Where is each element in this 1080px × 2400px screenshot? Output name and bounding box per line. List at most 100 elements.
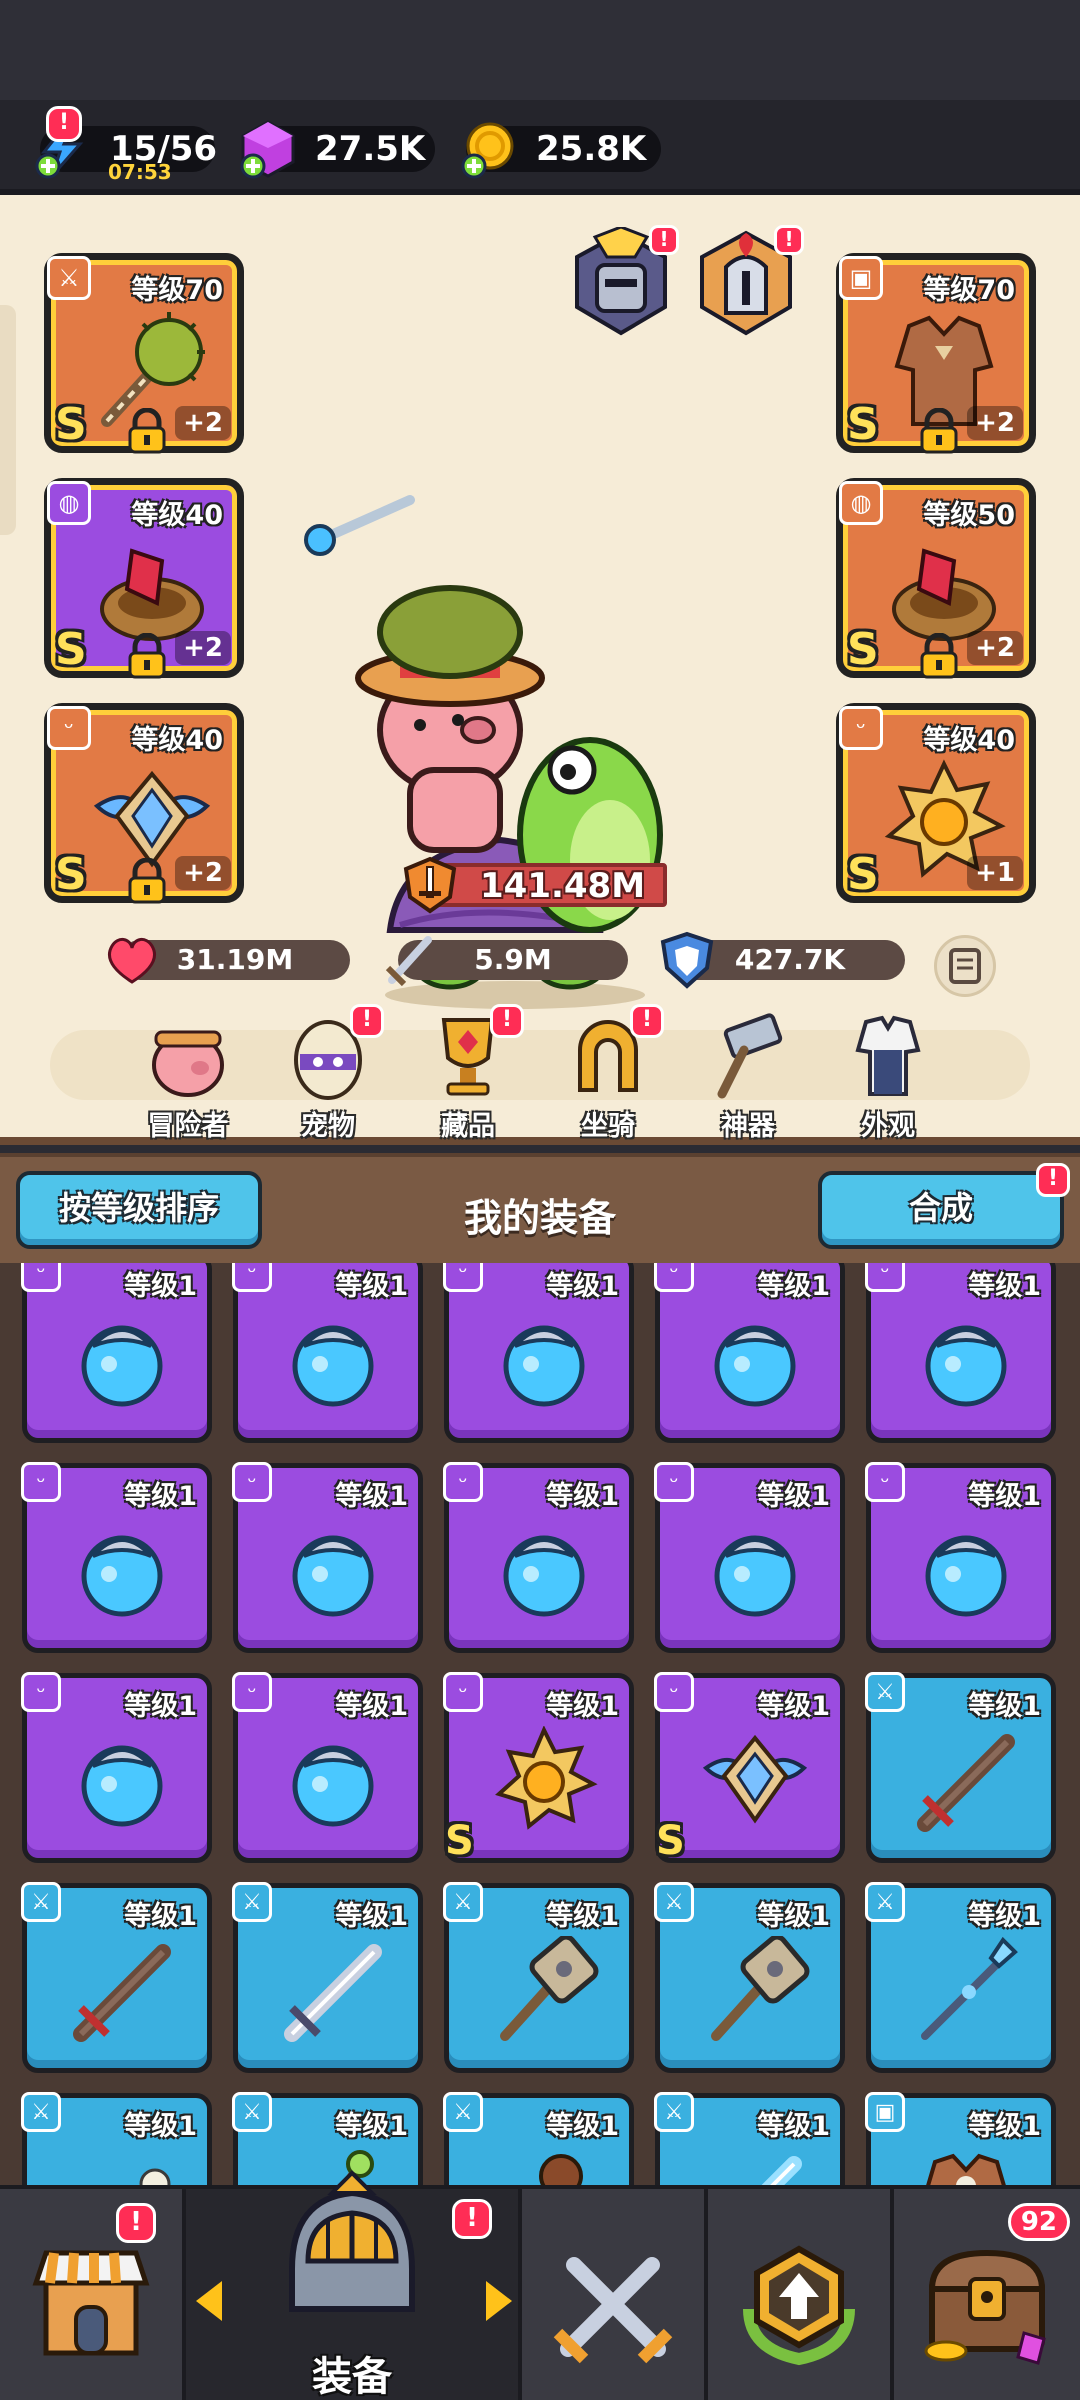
inventory-item[interactable]: ⚔ 等级1 (443, 1882, 634, 2073)
notes-icon (949, 948, 981, 984)
nav-tab-chest[interactable]: 92 (894, 2185, 1080, 2400)
equip-slot-armor[interactable]: ▣ 等级70 S +2 (836, 253, 1036, 454)
necklace-type-icon: ᵕ (21, 1672, 61, 1712)
paladin-skin-button[interactable]: ! (690, 225, 804, 339)
inventory-item[interactable]: ᵕ 等级1 (865, 1263, 1056, 1443)
inventory-item[interactable]: ⚔ 等级1 (443, 2092, 634, 2185)
stats-detail-button[interactable] (934, 935, 996, 997)
item-level: 等级1 (757, 1481, 830, 1512)
inventory-item[interactable]: ⚔ 等级1 (865, 1672, 1056, 1863)
slot-level: 等级70 (131, 275, 223, 306)
nav-tab-shop[interactable]: ! (0, 2185, 186, 2400)
root-club-icon (539, 2154, 583, 2185)
bottom-nav: ! ! 装备 92 (0, 2170, 1080, 2400)
category-label: 藏品 (441, 1111, 495, 1142)
equip-slot-weapon[interactable]: ⚔ 等级70 S +2 (44, 253, 244, 454)
inventory-item[interactable]: ᵕ 等级1 (232, 1672, 423, 1863)
weapon-type-icon: ⚔ (443, 1882, 483, 1922)
merge-alert-badge: ! (1036, 1163, 1070, 1197)
nav-tab-upgrade[interactable] (708, 2185, 894, 2400)
category-label: 神器 (721, 1111, 775, 1142)
inventory-item[interactable]: ▣ 等级1 (865, 2092, 1056, 2185)
inventory-item[interactable]: ᵕ 等级1 (865, 1462, 1056, 1653)
slot-enhance: +2 (175, 406, 231, 440)
equip-slot-ring[interactable]: ◍ 等级40 S +2 (44, 478, 244, 679)
inventory-item[interactable]: ᵕ 等级1 (232, 1462, 423, 1653)
blue-orb-icon (503, 1535, 585, 1617)
nav-tab-equipment[interactable]: ! 装备 (186, 2170, 522, 2400)
prev-arrow-icon[interactable] (196, 2281, 222, 2321)
item-level: 等级1 (335, 2111, 408, 2142)
inventory-item[interactable]: ᵕ 等级1 (654, 1462, 845, 1653)
slot-level: 等级40 (923, 725, 1015, 756)
nav-tab-battle[interactable] (522, 2185, 708, 2400)
helmet-icon (289, 2170, 415, 2312)
inventory-item[interactable]: ᵕ 等级1 (21, 1462, 212, 1653)
inventory-item[interactable]: ᵕ 等级1 S (443, 1672, 634, 1864)
category-artifact[interactable]: 神器 (688, 1010, 808, 1142)
inventory-item[interactable]: ᵕ 等级1 (654, 1263, 845, 1443)
outfit-icon (855, 1015, 921, 1096)
category-appearance[interactable]: 外观 (828, 1010, 948, 1142)
inventory-grid-area[interactable]: ᵕ 等级1 ᵕ 等级1 ᵕ 等级1 ᵕ 等级1 ᵕ 等级1 ᵕ 等级1 ᵕ 等级1 ᵕ 等级1 ᵕ 等级1 ᵕ 等级1… (0, 1263, 1080, 2185)
knight-skin-button[interactable]: ! (565, 225, 679, 339)
category-adventurer[interactable]: 冒险者 (128, 1010, 248, 1142)
upgrade-emblem-icon (743, 2245, 855, 2366)
category-mount[interactable]: 坐骑 ! (548, 1004, 668, 1142)
slot-enhance: +2 (175, 856, 231, 890)
ice-sword-icon (761, 2156, 802, 2185)
necklace-type-icon: ᵕ (839, 706, 883, 750)
item-level: 等级1 (968, 2111, 1041, 2142)
item-grade: S (656, 1818, 685, 1864)
item-level: 等级1 (757, 1691, 830, 1722)
inventory-item[interactable]: ⚔ 等级1 (654, 2092, 845, 2185)
slot-level: 等级70 (923, 275, 1015, 306)
weapon-type-icon: ⚔ (232, 1882, 272, 1922)
coin-counter[interactable]: 25.8K (461, 122, 661, 179)
inventory-item[interactable]: ᵕ 等级1 (232, 1263, 423, 1443)
blue-orb-icon (714, 1325, 796, 1407)
next-arrow-icon[interactable] (486, 2281, 512, 2321)
inventory-item[interactable]: ⚔ 等级1 (865, 1882, 1056, 2073)
blue-orb-icon (714, 1535, 796, 1617)
category-label: 冒险者 (147, 1111, 229, 1142)
merge-button[interactable]: 合成 ! (818, 1163, 1070, 1249)
inventory-item[interactable]: ⚔ 等级1 (21, 2092, 212, 2185)
slot-grade: S (847, 399, 879, 450)
necklace-type-icon: ᵕ (654, 1462, 694, 1502)
equip-slot-necklace[interactable]: ᵕ 等级40 S +2 (44, 703, 244, 904)
weapon-type-icon: ⚔ (443, 2092, 483, 2132)
side-drawer-handle[interactable] (0, 305, 16, 535)
steel-sword-icon (284, 1944, 382, 2042)
equip-slot-ring-2[interactable]: ◍ 等级50 S +2 (836, 478, 1036, 679)
inventory-item[interactable]: ᵕ 等级1 (21, 1672, 212, 1863)
inventory-item[interactable]: ⚔ 等级1 (232, 1882, 423, 2073)
hero-character[interactable] (300, 410, 700, 1010)
inventory-item[interactable]: ᵕ 等级1 (443, 1462, 634, 1653)
weapon-type-icon: ⚔ (21, 1882, 61, 1922)
blue-orb-icon (292, 1745, 374, 1827)
gem-counter[interactable]: 27.5K (240, 120, 435, 179)
inventory-item[interactable]: ⚔ 等级1 (654, 1882, 845, 2073)
weapon-type-icon: ⚔ (654, 1882, 694, 1922)
necklace-type-icon: ᵕ (865, 1462, 905, 1502)
power-value: 141.48M (480, 866, 646, 906)
equip-slot-necklace-2[interactable]: ᵕ 等级40 S +1 (836, 703, 1036, 903)
inventory-item[interactable]: ᵕ 等级1 (443, 1263, 634, 1443)
merge-label: 合成 (908, 1189, 973, 1227)
weapon-type-icon: ⚔ (232, 2092, 272, 2132)
defense-value: 427.7K (734, 943, 846, 976)
skin-alert-badge: ! (649, 225, 679, 255)
inventory-item[interactable]: ⚔ 等级1 (21, 1882, 212, 2073)
category-alert-badge: ! (350, 1004, 384, 1038)
attack-stat: 5.9M (385, 936, 628, 987)
slot-enhance: +2 (967, 406, 1023, 440)
weapon-type-icon: ⚔ (21, 2092, 61, 2132)
category-pet[interactable]: 宠物 ! (268, 1004, 388, 1142)
attack-value: 5.9M (474, 943, 552, 976)
inventory-item[interactable]: ᵕ 等级1 S (654, 1672, 845, 1864)
inventory-item[interactable]: ᵕ 等级1 (21, 1263, 212, 1443)
necklace-type-icon: ᵕ (232, 1462, 272, 1502)
category-collection[interactable]: 藏品 ! (408, 1004, 528, 1142)
slot-grade: S (55, 624, 87, 675)
